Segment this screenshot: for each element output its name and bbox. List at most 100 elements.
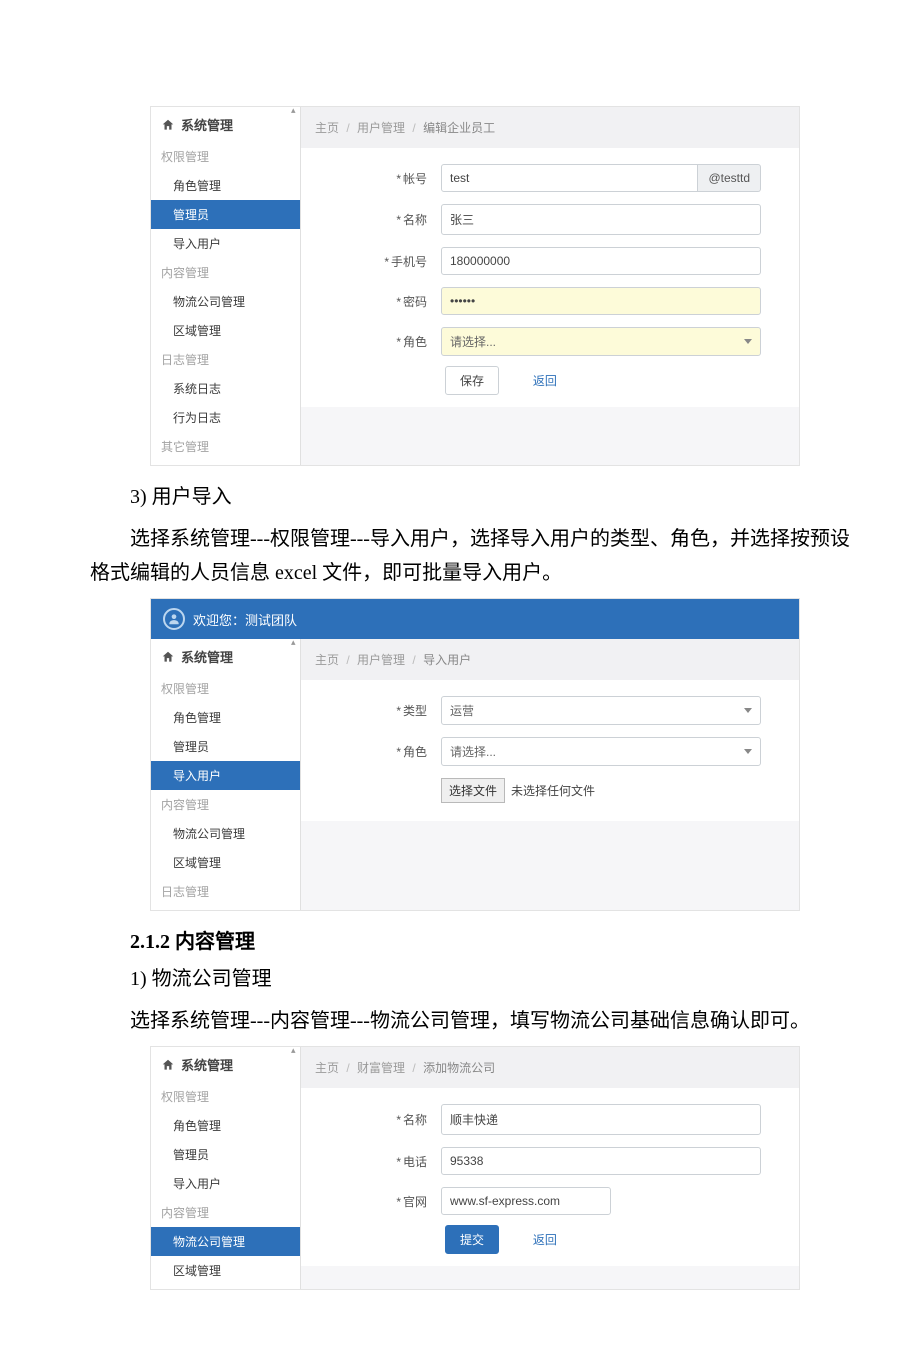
- sidebar-group-permission: 权限管理: [151, 142, 300, 171]
- breadcrumb-item[interactable]: 主页: [315, 653, 339, 667]
- account-suffix: @testtd: [698, 164, 761, 192]
- scroll-up-icon[interactable]: [290, 1047, 299, 1057]
- input-account[interactable]: test: [441, 164, 698, 192]
- screenshot-import-user: www.bdocx.com 欢迎您：测试团队 系统管理 权限管理 角色管理 管理…: [150, 598, 800, 911]
- select-type[interactable]: 运营: [441, 696, 761, 725]
- sidebar-title: 系统管理: [151, 639, 300, 674]
- avatar-icon: [163, 608, 185, 630]
- label-phone: *手机号: [311, 253, 441, 270]
- paragraph-num-user-import: 3) 用户导入: [90, 480, 860, 514]
- sidebar-title: 系统管理: [151, 1047, 300, 1082]
- input-phone[interactable]: 180000000: [441, 247, 761, 275]
- paragraph-num-logistics: 1) 物流公司管理: [90, 962, 860, 996]
- back-button[interactable]: 返回: [519, 1226, 571, 1253]
- sidebar-item-logistics[interactable]: 物流公司管理: [151, 1227, 300, 1256]
- breadcrumb-sep: /: [412, 1061, 415, 1075]
- sidebar-title-text: 系统管理: [181, 1055, 233, 1074]
- sidebar-group-log: 日志管理: [151, 345, 300, 374]
- sidebar-item-admin[interactable]: 管理员: [151, 1140, 300, 1169]
- paragraph-body-user-import: 选择系统管理---权限管理---导入用户，选择导入用户的类型、角色，并选择按预设…: [90, 522, 860, 590]
- breadcrumb-item[interactable]: 主页: [315, 1061, 339, 1075]
- sidebar-item-syslog[interactable]: 系统日志: [151, 374, 300, 403]
- sidebar-group-permission: 权限管理: [151, 1082, 300, 1111]
- sidebar-group-content: 内容管理: [151, 790, 300, 819]
- breadcrumb-sep: /: [346, 653, 349, 667]
- scroll-up-icon[interactable]: [290, 107, 299, 117]
- sidebar-item-role[interactable]: 角色管理: [151, 171, 300, 200]
- sidebar: 系统管理 权限管理 角色管理 管理员 导入用户 内容管理 物流公司管理 区域管理…: [151, 107, 301, 465]
- label-type: *类型: [311, 702, 441, 719]
- select-role-value: 请选择...: [450, 333, 496, 350]
- main-panel: 主页 / 用户管理 / 编辑企业员工 *帐号 test @testtd *名称 …: [301, 107, 799, 465]
- sidebar-item-actlog[interactable]: 行为日志: [151, 403, 300, 432]
- sidebar-group-other: 其它管理: [151, 432, 300, 461]
- sidebar-group-permission: 权限管理: [151, 674, 300, 703]
- breadcrumb-sep: /: [346, 121, 349, 135]
- sidebar-group-log: 日志管理: [151, 877, 300, 906]
- breadcrumb-sep: /: [412, 121, 415, 135]
- form-edit-employee: *帐号 test @testtd *名称 张三 *手机号 180000000 *…: [301, 148, 799, 407]
- sidebar: 系统管理 权限管理 角色管理 管理员 导入用户 内容管理 物流公司管理 区域管理: [151, 1047, 301, 1289]
- select-type-value: 运营: [450, 702, 474, 719]
- form-add-logistics: *名称 顺丰快递 *电话 95338 *官网 www.sf-express.co…: [301, 1088, 799, 1266]
- home-icon: [161, 118, 175, 132]
- sidebar: 系统管理 权限管理 角色管理 管理员 导入用户 内容管理 物流公司管理 区域管理…: [151, 639, 301, 910]
- label-name: *名称: [311, 211, 441, 228]
- scroll-up-icon[interactable]: [290, 639, 299, 649]
- input-name[interactable]: 顺丰快递: [441, 1104, 761, 1135]
- heading-212: 2.1.2 内容管理: [90, 925, 860, 954]
- breadcrumb-item[interactable]: 财富管理: [357, 1061, 405, 1075]
- paragraph-body-logistics: 选择系统管理---内容管理---物流公司管理，填写物流公司基础信息确认即可。: [90, 1004, 860, 1038]
- label-site: *官网: [311, 1193, 441, 1210]
- sidebar-item-import[interactable]: 导入用户: [151, 1169, 300, 1198]
- sidebar-item-region[interactable]: 区域管理: [151, 316, 300, 345]
- file-chooser[interactable]: 选择文件 未选择任何文件: [441, 778, 595, 803]
- breadcrumb-item[interactable]: 用户管理: [357, 653, 405, 667]
- chevron-down-icon: [744, 749, 752, 754]
- select-role[interactable]: 请选择...: [441, 737, 761, 766]
- input-phone[interactable]: 95338: [441, 1147, 761, 1175]
- breadcrumb-sep: /: [346, 1061, 349, 1075]
- breadcrumb-sep: /: [412, 653, 415, 667]
- sidebar-item-logistics[interactable]: 物流公司管理: [151, 287, 300, 316]
- breadcrumb: 主页 / 用户管理 / 编辑企业员工: [301, 107, 799, 148]
- input-password[interactable]: ••••••: [441, 287, 761, 315]
- sidebar-item-import[interactable]: 导入用户: [151, 229, 300, 258]
- select-role[interactable]: 请选择...: [441, 327, 761, 356]
- choose-file-button[interactable]: 选择文件: [441, 778, 505, 803]
- submit-button[interactable]: 提交: [445, 1225, 499, 1254]
- label-account: *帐号: [311, 170, 441, 187]
- sidebar-item-role[interactable]: 角色管理: [151, 1111, 300, 1140]
- file-chosen-text: 未选择任何文件: [511, 782, 595, 799]
- sidebar-item-admin[interactable]: 管理员: [151, 732, 300, 761]
- label-role: *角色: [311, 743, 441, 760]
- main-panel: 主页 / 用户管理 / 导入用户 *类型 运营 *角色: [301, 639, 799, 910]
- label-name: *名称: [311, 1111, 441, 1128]
- sidebar-item-region[interactable]: 区域管理: [151, 848, 300, 877]
- breadcrumb-item-current: 导入用户: [423, 653, 471, 667]
- form-import-user: *类型 运营 *角色 请选择...: [301, 680, 799, 821]
- home-icon: [161, 1058, 175, 1072]
- sidebar-group-content: 内容管理: [151, 258, 300, 287]
- chevron-down-icon: [744, 708, 752, 713]
- breadcrumb-item[interactable]: 用户管理: [357, 121, 405, 135]
- top-banner: 欢迎您：测试团队: [151, 599, 799, 639]
- back-button[interactable]: 返回: [519, 367, 571, 394]
- sidebar-item-import[interactable]: 导入用户: [151, 761, 300, 790]
- sidebar-item-admin[interactable]: 管理员: [151, 200, 300, 229]
- breadcrumb-item-current: 编辑企业员工: [423, 121, 495, 135]
- input-site[interactable]: www.sf-express.com: [441, 1187, 611, 1215]
- label-role: *角色: [311, 333, 441, 350]
- breadcrumb-item-current: 添加物流公司: [423, 1061, 495, 1075]
- label-password: *密码: [311, 293, 441, 310]
- sidebar-title-text: 系统管理: [181, 115, 233, 134]
- breadcrumb-item[interactable]: 主页: [315, 121, 339, 135]
- chevron-down-icon: [744, 339, 752, 344]
- screenshot-edit-employee: 系统管理 权限管理 角色管理 管理员 导入用户 内容管理 物流公司管理 区域管理…: [150, 106, 800, 466]
- sidebar-item-logistics[interactable]: 物流公司管理: [151, 819, 300, 848]
- save-button[interactable]: 保存: [445, 366, 499, 395]
- input-name[interactable]: 张三: [441, 204, 761, 235]
- sidebar-title: 系统管理: [151, 107, 300, 142]
- sidebar-item-region[interactable]: 区域管理: [151, 1256, 300, 1285]
- sidebar-item-role[interactable]: 角色管理: [151, 703, 300, 732]
